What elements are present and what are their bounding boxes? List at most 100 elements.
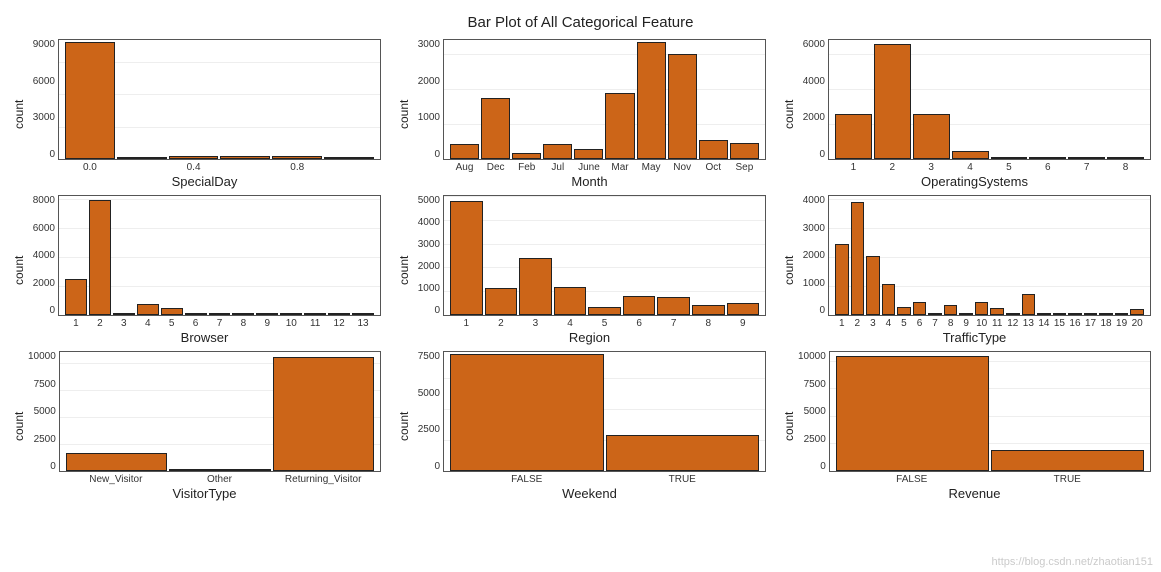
y-ticks: 025005000750010000 bbox=[798, 351, 829, 472]
x-axis-label: Month bbox=[413, 173, 766, 189]
bar bbox=[324, 157, 374, 159]
bar bbox=[668, 54, 697, 159]
plot-panel bbox=[443, 351, 766, 472]
bars bbox=[444, 352, 765, 471]
bar bbox=[328, 313, 350, 315]
bar bbox=[209, 313, 231, 315]
x-ticks: FALSETRUE bbox=[413, 472, 766, 485]
bar bbox=[699, 140, 728, 159]
bars bbox=[444, 196, 765, 315]
bar bbox=[1068, 313, 1082, 315]
bar bbox=[897, 307, 911, 315]
bar bbox=[65, 279, 87, 315]
bar bbox=[692, 305, 725, 315]
bar bbox=[1130, 309, 1144, 315]
chart-traffictype: count01000200030004000123456789101112131… bbox=[780, 195, 1151, 345]
grid-title: Bar Plot of All Categorical Feature bbox=[10, 14, 1151, 31]
bar bbox=[606, 435, 760, 471]
bar bbox=[256, 313, 278, 315]
x-axis-label: VisitorType bbox=[28, 485, 381, 501]
bar bbox=[161, 308, 183, 315]
bar bbox=[1022, 294, 1036, 315]
bar bbox=[975, 302, 989, 315]
bar bbox=[185, 313, 207, 315]
bar bbox=[730, 143, 759, 159]
bar bbox=[882, 284, 896, 315]
chart-weekend: count0250050007500FALSETRUEWeekend bbox=[395, 351, 766, 501]
x-ticks: AugDecFebJulJuneMarMayNovOctSep bbox=[413, 160, 766, 173]
bars bbox=[829, 196, 1150, 315]
y-ticks: 0250050007500 bbox=[413, 351, 443, 472]
y-axis-label: count bbox=[10, 351, 28, 501]
chart-revenue: count025005000750010000FALSETRUERevenue bbox=[780, 351, 1151, 501]
bar bbox=[1099, 313, 1113, 315]
watermark: https://blog.csdn.net/zhaotian151 bbox=[992, 556, 1153, 568]
bar bbox=[543, 144, 572, 159]
bar bbox=[928, 313, 942, 315]
y-axis-label: count bbox=[780, 39, 798, 189]
plot-panel bbox=[59, 351, 381, 472]
bar bbox=[1115, 313, 1129, 315]
plot-panel bbox=[443, 195, 766, 316]
bar bbox=[450, 354, 604, 471]
chart-operatingsystems: count020004000600012345678OperatingSyste… bbox=[780, 39, 1151, 189]
y-axis-label: count bbox=[10, 39, 28, 189]
x-axis-label: Revenue bbox=[798, 485, 1151, 501]
bar bbox=[485, 288, 518, 315]
y-axis-label: count bbox=[780, 195, 798, 345]
y-ticks: 025005000750010000 bbox=[28, 351, 59, 472]
bar bbox=[273, 357, 374, 471]
x-ticks: 12345678910111213 bbox=[28, 316, 381, 329]
chart-grid: count03000600090000.00.40.8SpecialDaycou… bbox=[10, 39, 1151, 501]
y-ticks: 0200040006000 bbox=[798, 39, 828, 160]
bar bbox=[1068, 157, 1105, 159]
x-ticks: 12345678 bbox=[798, 160, 1151, 173]
x-axis-label: TrafficType bbox=[798, 329, 1151, 345]
bar bbox=[137, 304, 159, 315]
bar bbox=[450, 144, 479, 159]
bar bbox=[1107, 157, 1144, 159]
bar bbox=[65, 42, 115, 159]
bar bbox=[481, 98, 510, 159]
chart-region: count010002000300040005000123456789Regio… bbox=[395, 195, 766, 345]
bar bbox=[554, 287, 587, 315]
bar bbox=[113, 313, 135, 315]
bars bbox=[60, 352, 380, 471]
y-ticks: 0100020003000 bbox=[413, 39, 443, 160]
bar bbox=[272, 156, 322, 159]
y-ticks: 010002000300040005000 bbox=[413, 195, 443, 316]
x-ticks: New_VisitorOtherReturning_Visitor bbox=[28, 472, 381, 485]
bar bbox=[512, 153, 541, 159]
bars bbox=[59, 196, 380, 315]
bar bbox=[1029, 157, 1066, 159]
bar bbox=[117, 157, 167, 159]
x-ticks: FALSETRUE bbox=[798, 472, 1151, 485]
bar bbox=[169, 156, 219, 159]
bars bbox=[830, 352, 1150, 471]
bar bbox=[605, 93, 634, 160]
bar bbox=[352, 313, 374, 315]
bar bbox=[588, 307, 621, 315]
bars bbox=[829, 40, 1150, 159]
bar bbox=[944, 305, 958, 315]
bar bbox=[851, 202, 865, 315]
bar bbox=[1053, 313, 1067, 315]
bar bbox=[1084, 313, 1098, 315]
y-ticks: 01000200030004000 bbox=[798, 195, 828, 316]
bar bbox=[835, 244, 849, 315]
bar bbox=[874, 44, 911, 160]
bar bbox=[66, 453, 167, 471]
chart-month: count0100020003000AugDecFebJulJuneMarMay… bbox=[395, 39, 766, 189]
bar bbox=[519, 258, 552, 315]
x-ticks: 1234567891011121314151617181920 bbox=[798, 316, 1151, 329]
plot-panel bbox=[58, 39, 381, 160]
chart-browser: count0200040006000800012345678910111213B… bbox=[10, 195, 381, 345]
y-axis-label: count bbox=[395, 39, 413, 189]
y-ticks: 0300060009000 bbox=[28, 39, 58, 160]
y-axis-label: count bbox=[10, 195, 28, 345]
plot-panel bbox=[443, 39, 766, 160]
bar bbox=[959, 313, 973, 315]
bar bbox=[623, 296, 656, 315]
x-axis-label: SpecialDay bbox=[28, 173, 381, 189]
bar bbox=[450, 201, 483, 315]
